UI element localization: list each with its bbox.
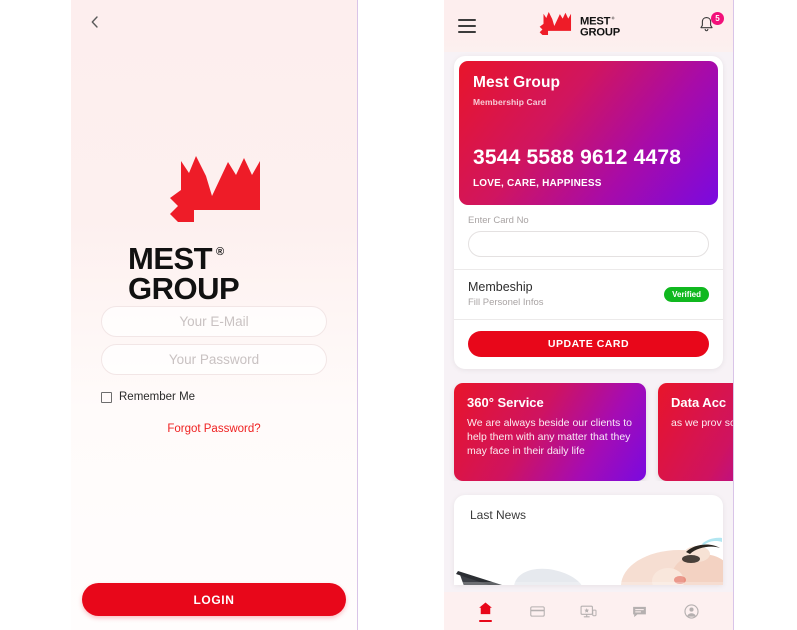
hamburger-bar bbox=[458, 31, 476, 33]
hamburger-bar bbox=[458, 19, 476, 21]
svg-text:GROUP: GROUP bbox=[580, 26, 621, 38]
nav-item-home[interactable] bbox=[471, 596, 501, 626]
bottom-navigation bbox=[444, 592, 733, 630]
last-news-image bbox=[454, 532, 723, 585]
membership-card[interactable]: Mest Group Membership Card 3544 5588 961… bbox=[459, 61, 718, 205]
update-card-button[interactable]: UPDATE CARD bbox=[468, 331, 709, 357]
email-field[interactable] bbox=[101, 306, 327, 337]
card-number-input[interactable] bbox=[468, 231, 709, 257]
membership-subtitle: Fill Personel Infos bbox=[468, 297, 544, 308]
remember-me-label: Remember Me bbox=[119, 391, 196, 403]
service-card-description: as we prov solutions t costs first- bbox=[671, 417, 733, 429]
service-card-title: 360° Service bbox=[467, 395, 544, 410]
home-screen: MEST ® GROUP 5 Mest Group Membership Car… bbox=[444, 0, 734, 630]
card-number-input-group: Enter Card No bbox=[454, 205, 723, 270]
nav-item-account[interactable] bbox=[676, 596, 706, 626]
service-cards-carousel[interactable]: 360° Service We are always beside our cl… bbox=[444, 383, 733, 481]
nav-active-indicator bbox=[479, 619, 493, 623]
password-field[interactable] bbox=[101, 344, 327, 375]
card-number-label: Enter Card No bbox=[468, 215, 529, 226]
mest-group-wordmark: MEST ® GROUP bbox=[580, 16, 621, 39]
login-form bbox=[101, 306, 327, 375]
last-news-title: Last News bbox=[470, 508, 527, 522]
nav-item-devices[interactable] bbox=[573, 596, 603, 626]
membership-card-panel: Mest Group Membership Card 3544 5588 961… bbox=[454, 56, 723, 369]
card-subtitle: Membership Card bbox=[473, 97, 547, 107]
remember-me-row[interactable]: Remember Me bbox=[101, 391, 195, 403]
remember-me-checkbox[interactable] bbox=[101, 391, 112, 403]
forgot-password-link[interactable]: Forgot Password? bbox=[71, 423, 357, 435]
notifications-button[interactable]: 5 bbox=[697, 12, 724, 37]
svg-text:GROUP: GROUP bbox=[128, 271, 239, 304]
home-content: Mest Group Membership Card 3544 5588 961… bbox=[444, 52, 733, 592]
brand-logo: MEST ® GROUP bbox=[71, 152, 357, 304]
notification-count-badge: 5 bbox=[711, 12, 724, 25]
card-number: 3544 5588 9612 4478 bbox=[473, 146, 682, 169]
login-button[interactable]: LOGIN bbox=[82, 583, 346, 616]
hamburger-menu-icon[interactable] bbox=[458, 19, 476, 33]
service-card-title: Data Acc bbox=[671, 395, 727, 410]
mest-group-mark-icon bbox=[170, 156, 260, 222]
nav-item-cards[interactable] bbox=[522, 596, 552, 626]
home-icon bbox=[479, 602, 493, 614]
login-screen: MEST ® GROUP Remember Me Forgot Password… bbox=[71, 0, 358, 630]
membership-status-row[interactable]: Membeship Fill Personel Infos Verified bbox=[454, 270, 723, 320]
account-icon bbox=[684, 603, 699, 619]
header-brand-logo: MEST ® GROUP bbox=[476, 9, 697, 43]
card-tagline: LOVE, CARE, HAPPINESS bbox=[473, 178, 602, 189]
service-card-description: We are always beside our clients to help… bbox=[467, 417, 632, 458]
service-card[interactable]: Data Acc as we prov solutions t costs fi… bbox=[658, 383, 733, 481]
verified-status-badge: Verified bbox=[664, 286, 709, 302]
card-title: Mest Group bbox=[473, 74, 561, 91]
hamburger-bar bbox=[458, 25, 476, 27]
devices-icon bbox=[580, 605, 597, 617]
news-photo-graphic bbox=[454, 532, 723, 585]
membership-text-group: Membeship Fill Personel Infos bbox=[468, 280, 544, 308]
nav-item-messages[interactable] bbox=[625, 596, 655, 626]
svg-text:®: ® bbox=[611, 17, 614, 21]
login-topbar bbox=[71, 0, 357, 40]
membership-title: Membeship bbox=[468, 280, 533, 294]
svg-text:MEST: MEST bbox=[580, 16, 611, 28]
app-header: MEST ® GROUP 5 bbox=[444, 0, 733, 52]
mest-group-mark-icon bbox=[539, 12, 571, 36]
chat-icon bbox=[633, 606, 647, 617]
chevron-left-icon bbox=[91, 16, 98, 28]
credit-card-icon bbox=[529, 605, 545, 617]
mest-group-wordmark: MEST ® GROUP bbox=[128, 242, 240, 304]
last-news-panel[interactable]: Last News bbox=[454, 495, 723, 585]
service-card[interactable]: 360° Service We are always beside our cl… bbox=[454, 383, 646, 481]
svg-text:®: ® bbox=[216, 246, 224, 258]
back-button[interactable] bbox=[83, 10, 107, 34]
